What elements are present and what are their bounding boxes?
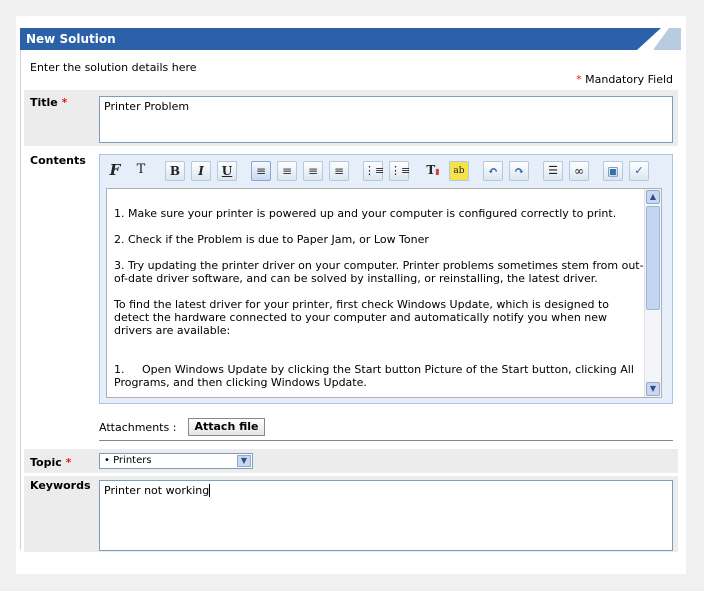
highlight-icon[interactable]: ab [449,161,469,181]
redo-icon[interactable]: ↷ [509,161,529,181]
topic-label: Topic * [30,456,71,469]
content-paragraph: 1. Open Windows Update by clicking the S… [114,363,638,389]
required-star: * [576,73,582,86]
new-solution-panel: New Solution Enter the solution details … [16,16,686,574]
keywords-label: Keywords [30,479,91,492]
font-size-icon[interactable]: T [131,161,151,181]
spellcheck-icon[interactable]: ✓ [629,161,649,181]
scroll-thumb[interactable] [646,206,660,310]
bold-icon[interactable]: B [165,161,185,181]
editor-content-area[interactable]: 1. Make sure your printer is powered up … [106,188,662,398]
required-star: * [65,456,72,469]
content-paragraph: 2. Check if the Problem is due to Paper … [114,233,429,246]
font-family-icon[interactable]: F [105,161,125,181]
attachments-label: Attachments : [99,421,177,434]
justify-icon[interactable]: ≡ [329,161,349,181]
align-right-icon[interactable]: ≡ [303,161,323,181]
mandatory-label: Mandatory Field [585,73,673,86]
attach-file-button[interactable]: Attach file [188,418,265,436]
text-cursor [209,484,211,497]
intro-text: Enter the solution details here [30,61,197,74]
align-left-icon[interactable]: ≡ [251,161,271,181]
underline-icon[interactable]: U [217,161,237,181]
content-paragraph: 3. Try updating the printer driver on yo… [114,259,644,285]
topic-selected-value: • Printers [104,455,152,466]
topic-label-text: Topic [30,456,62,469]
content-paragraph: To find the latest driver for your print… [114,298,609,337]
chevron-down-icon[interactable]: ▼ [237,455,251,467]
scroll-down-icon[interactable]: ▼ [646,382,660,396]
italic-icon[interactable]: I [191,161,211,181]
scroll-up-icon[interactable]: ▲ [646,190,660,204]
topic-select[interactable]: • Printers ▼ [99,453,253,469]
editor-toolbar: F T B I U ≡ ≡ ≡ ≡ ⋮≡ ⋮≡ T▮ ab ↶ ↷ ☰ ∞ ▣ … [105,160,665,184]
editor-content: 1. Make sure your printer is powered up … [114,207,644,397]
link-icon[interactable]: ∞ [569,161,589,181]
page-title: New Solution [26,32,116,46]
undo-icon[interactable]: ↶ [483,161,503,181]
unordered-list-icon[interactable]: ⋮≡ [389,161,410,181]
mandatory-note: * Mandatory Field [576,73,673,86]
title-label: Title * [30,96,67,109]
panel-header: New Solution [20,28,681,50]
ordered-list-icon[interactable]: ⋮≡ [363,161,384,181]
text-color-icon[interactable]: T▮ [423,161,443,181]
editor-scrollbar[interactable]: ▲ ▼ [644,189,661,397]
horizontal-rule-icon[interactable]: ☰ [543,161,563,181]
insert-image-icon[interactable]: ▣ [603,161,623,181]
rich-text-editor: F T B I U ≡ ≡ ≡ ≡ ⋮≡ ⋮≡ T▮ ab ↶ ↷ ☰ ∞ ▣ … [99,154,673,404]
left-divider [20,50,21,550]
contents-label: Contents [30,154,86,167]
title-input[interactable]: Printer Problem [99,96,673,143]
keywords-value: Printer not working [104,484,210,497]
title-label-text: Title [30,96,58,109]
content-paragraph: 1. Make sure your printer is powered up … [114,207,617,220]
align-center-icon[interactable]: ≡ [277,161,297,181]
attachments-divider [99,440,673,441]
keywords-input[interactable]: Printer not working [99,480,673,551]
required-star: * [61,96,68,109]
